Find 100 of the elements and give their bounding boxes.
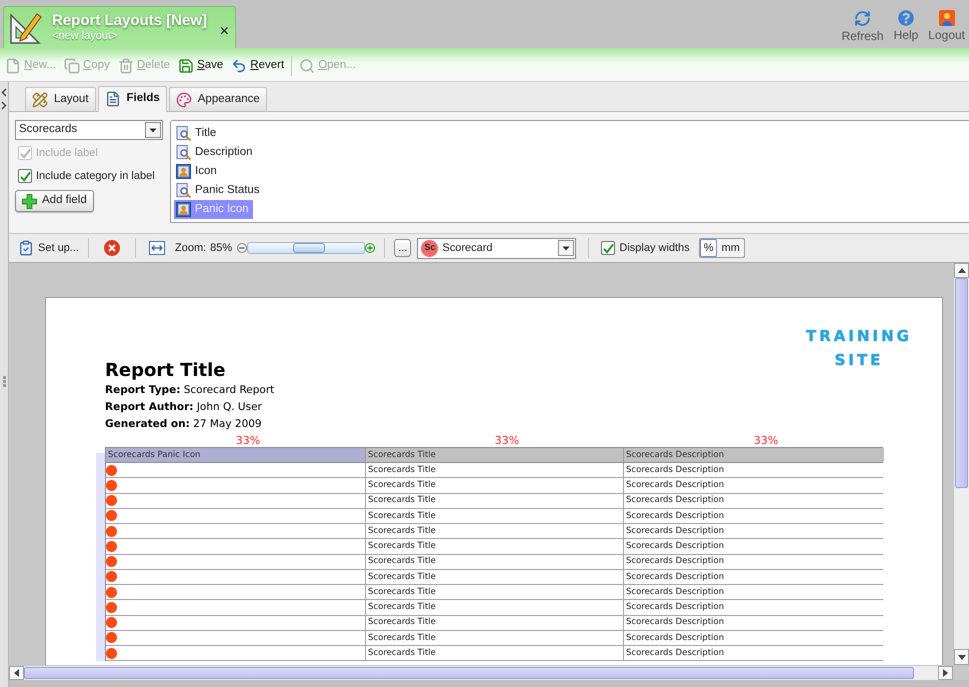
scroll-up-button[interactable] — [954, 263, 969, 278]
status-dot-icon — [106, 480, 117, 491]
display-widths-checkbox[interactable] — [601, 241, 616, 255]
logout-button[interactable]: Logout — [928, 10, 965, 42]
table-cell: Scorecards Description — [624, 554, 884, 569]
table-cell: Scorecards Description — [624, 570, 884, 584]
add-field-button[interactable]: Add field — [15, 190, 94, 212]
millimetre-unit-button[interactable]: mm — [717, 239, 744, 257]
triangle-down-icon — [958, 654, 966, 660]
x-circle-icon — [104, 240, 120, 256]
status-dot-icon — [106, 510, 117, 522]
window-subtitle: <new layout> — [52, 30, 118, 43]
close-button[interactable]: × — [220, 24, 229, 40]
save-icon — [178, 58, 194, 74]
table-cell: Scorecards Title — [366, 463, 624, 478]
table-cell: Scorecards Description — [624, 585, 884, 600]
check-icon — [602, 242, 614, 254]
document-search-icon — [176, 145, 191, 160]
table-cell: Scorecards Description — [624, 539, 884, 554]
table-cell: Scorecards Description — [624, 646, 884, 660]
refresh-button[interactable]: Refresh — [842, 10, 884, 42]
pencil-ruler-icon — [9, 10, 43, 44]
source-badge: Sc — [421, 240, 438, 256]
table-cell: Scorecards Description — [624, 494, 884, 508]
percent-unit-button[interactable]: % — [700, 239, 718, 257]
table-cell: Scorecards Title — [366, 646, 624, 660]
search-icon — [299, 58, 316, 74]
checkbox-label: Include category in label — [36, 168, 155, 184]
column-header[interactable]: Scorecards Panic Icon — [106, 448, 366, 462]
triangle-left-icon — [14, 669, 19, 677]
field-list-item[interactable]: Title — [174, 124, 220, 143]
field-list-item[interactable]: Icon — [174, 162, 221, 181]
field-list-item[interactable]: Description — [174, 143, 257, 162]
option-checkbox[interactable] — [18, 169, 32, 183]
fit-width-icon — [148, 240, 165, 256]
table-cell: Scorecards Title — [366, 508, 624, 523]
site-logo: TRAINING SITE — [806, 326, 912, 371]
status-dot-icon — [106, 526, 117, 537]
caret-icon — [558, 240, 574, 256]
layout-tab[interactable]: Layout — [25, 87, 96, 111]
category-select[interactable]: Scorecards — [15, 120, 163, 140]
setup-button[interactable]: Set up... — [18, 240, 79, 256]
triangle-up-icon — [958, 268, 966, 273]
chevron-left-icon[interactable] — [1, 88, 7, 97]
resize-grip-icon[interactable] — [2, 376, 6, 387]
copy-icon — [64, 58, 80, 74]
table-cell: Scorecards Description — [624, 524, 884, 538]
portrait-icon — [176, 202, 191, 217]
undo-icon — [231, 58, 248, 74]
zoom-in-icon[interactable] — [365, 243, 376, 253]
table-cell: Scorecards Title — [366, 600, 624, 614]
source-select[interactable]: Sc Scorecard — [417, 238, 576, 258]
table-cell: Scorecards Title — [366, 630, 624, 645]
status-dot-icon — [106, 632, 117, 644]
appearance-tab[interactable]: Appearance — [168, 87, 267, 111]
refresh-icon — [854, 10, 872, 26]
status-dot-icon — [106, 571, 117, 582]
help-button[interactable]: Help — [894, 10, 918, 42]
column-header[interactable]: Scorecards Title — [366, 448, 624, 462]
scroll-left-button[interactable] — [9, 666, 24, 680]
zoom-label: Zoom: — [174, 240, 206, 256]
scrollbar-thumb[interactable] — [955, 278, 968, 488]
more-button[interactable]: ... — [394, 239, 412, 257]
document-icon — [104, 91, 121, 107]
table-cell: Scorecards Description — [624, 463, 884, 478]
checkbox-label: Display widths — [619, 240, 690, 256]
zoom-out-icon[interactable] — [237, 243, 248, 253]
column-header[interactable]: Scorecards Description — [624, 448, 884, 462]
status-dot-icon — [106, 464, 117, 476]
column-width-label: 33% — [236, 434, 260, 447]
scrollbar-thumb[interactable] — [24, 667, 914, 679]
check-icon — [20, 170, 30, 182]
window-title: Report Layouts [New] — [52, 12, 208, 30]
revert-button[interactable]: Revert — [231, 56, 284, 76]
status-dot-icon — [106, 617, 117, 628]
plus-icon — [22, 194, 37, 208]
scroll-right-button[interactable] — [938, 666, 953, 680]
table-cell: Scorecards Description — [624, 616, 884, 630]
help-icon — [898, 10, 914, 26]
table-cell: Scorecards Title — [366, 554, 624, 569]
page-icon — [5, 58, 21, 74]
save-button[interactable]: Save — [178, 56, 224, 76]
field-list-item[interactable]: Panic Status — [174, 181, 264, 200]
status-dot-icon — [106, 602, 117, 613]
chevron-right-icon[interactable] — [1, 101, 7, 110]
fields-tab[interactable]: Fields — [98, 86, 167, 112]
status-dot-icon — [106, 556, 117, 568]
table-cell: Scorecards Title — [366, 616, 624, 630]
caret-icon — [145, 122, 161, 138]
scroll-down-button[interactable] — [954, 649, 969, 665]
report-meta-line: Generated on: 27 May 2009 — [105, 417, 263, 432]
status-dot-icon — [106, 495, 117, 506]
table-cell: Scorecards Description — [624, 600, 884, 614]
check-icon — [20, 148, 30, 158]
status-dot-icon — [106, 586, 117, 598]
clipboard-check-icon — [18, 240, 34, 256]
report-meta-line: Report Type: Scorecard Report — [105, 383, 274, 398]
portrait-icon — [176, 164, 191, 179]
zoom-slider-thumb[interactable] — [292, 243, 325, 253]
report-title: Report Title — [105, 360, 226, 382]
